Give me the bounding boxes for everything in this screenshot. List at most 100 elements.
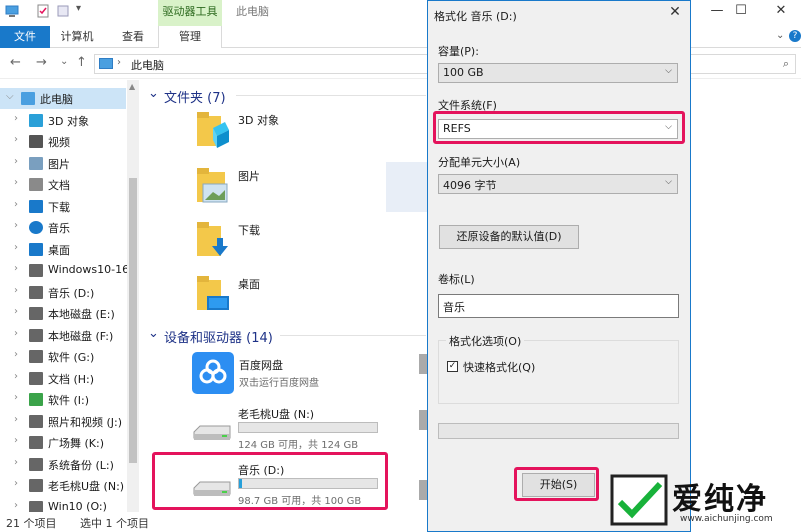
chevron-right-icon[interactable]: › xyxy=(14,263,18,274)
capacity-select[interactable]: 100 GB ⌵ xyxy=(438,63,678,83)
sidebar-item[interactable]: › 软件 (I:) xyxy=(0,389,126,410)
sidebar-item[interactable]: › 本地磁盘 (F:) xyxy=(0,325,126,346)
sidebar-item[interactable]: ⌵ 此电脑 xyxy=(0,88,126,109)
sidebar-item[interactable]: › 文档 (H:) xyxy=(0,368,126,389)
recent-locations-button[interactable]: ⌄ xyxy=(60,56,68,67)
sidebar-item[interactable]: › 老毛桃U盘 (N:) xyxy=(0,475,126,496)
help-icon[interactable]: ? xyxy=(789,30,801,42)
aichunjing-logo xyxy=(610,474,668,526)
sidebar-item-label: 3D 对象 xyxy=(48,114,89,128)
folder-name: 3D 对象 xyxy=(238,114,279,127)
file-system-label: 文件系统(F) xyxy=(438,99,497,112)
scroll-up-icon[interactable]: ▲ xyxy=(129,82,135,91)
sidebar-item[interactable]: › 音乐 xyxy=(0,217,126,238)
chevron-right-icon[interactable]: › xyxy=(14,134,18,145)
quick-access-dropdown-icon[interactable]: ▾ xyxy=(76,3,81,14)
file-system-select[interactable]: REFS ⌵ xyxy=(438,119,678,139)
baidu-netdisk-icon[interactable] xyxy=(192,352,234,394)
forward-button[interactable]: → xyxy=(36,55,47,70)
file-system-value: REFS xyxy=(443,122,471,135)
expand-ribbon-icon[interactable]: ⌄ xyxy=(776,30,784,41)
back-button[interactable]: ← xyxy=(10,55,21,70)
cube-icon xyxy=(29,113,43,127)
drive-tile-d[interactable]: 音乐 (D:) 98.7 GB 可用，共 100 GB xyxy=(190,458,425,508)
volume-label-input[interactable]: 音乐 xyxy=(438,294,679,318)
sidebar-item[interactable]: › 音乐 (D:) xyxy=(0,282,126,303)
restore-defaults-button[interactable]: 还原设备的默认值(D) xyxy=(439,225,579,249)
sidebar-item-label: 视频 xyxy=(48,136,70,149)
sidebar-item[interactable]: › 软件 (G:) xyxy=(0,346,126,367)
folders-group-header[interactable]: 文件夹 (7) xyxy=(164,87,226,106)
chevron-right-icon[interactable]: › xyxy=(14,285,18,296)
drive-tile-partial[interactable] xyxy=(419,354,427,374)
allocation-unit-select[interactable]: 4096 字节 ⌵ xyxy=(438,174,678,194)
chevron-right-icon[interactable]: › xyxy=(14,328,18,339)
chevron-right-icon[interactable]: › xyxy=(14,435,18,446)
chevron-right-icon[interactable]: › xyxy=(14,199,18,210)
search-icon: ⌕ xyxy=(782,57,789,70)
folder-name: 下载 xyxy=(238,224,260,237)
chevron-right-icon[interactable]: › xyxy=(14,242,18,253)
chevron-down-icon: ⌵ xyxy=(665,122,672,132)
chevron-right-icon[interactable]: › xyxy=(14,392,18,403)
chevron-right-icon[interactable]: › xyxy=(14,371,18,382)
chevron-right-icon[interactable]: › xyxy=(14,349,18,360)
sidebar-item[interactable]: › 照片和视频 (J:) xyxy=(0,411,126,432)
search-input[interactable]: ⌕ xyxy=(690,54,796,74)
tab-file[interactable]: 文件 xyxy=(0,26,50,48)
drive-tile-n[interactable]: 老毛桃U盘 (N:) 124 GB 可用，共 124 GB xyxy=(190,402,425,452)
chevron-right-icon[interactable]: › xyxy=(14,156,18,167)
sidebar-item[interactable]: › 文档 xyxy=(0,174,126,195)
folder-downloads[interactable]: 下载 xyxy=(195,218,395,264)
chevron-right-icon[interactable]: › xyxy=(14,177,18,188)
devices-group-header[interactable]: 设备和驱动器 (14) xyxy=(164,327,273,346)
new-folder-icon[interactable] xyxy=(56,4,70,18)
breadcrumb-this-pc[interactable]: 此电脑 xyxy=(131,57,164,73)
folder-desktop[interactable]: 桌面 xyxy=(195,272,395,318)
chevron-right-icon[interactable]: › xyxy=(14,113,18,124)
properties-icon[interactable] xyxy=(36,4,50,18)
sidebar-item-label: 广场舞 (K:) xyxy=(48,437,104,450)
chevron-right-icon[interactable]: › xyxy=(14,478,18,489)
format-options-legend: 格式化选项(O) xyxy=(446,333,525,349)
sidebar-item[interactable]: › 本地磁盘 (E:) xyxy=(0,303,126,324)
folder-3d-objects[interactable]: 3D 对象 xyxy=(195,108,395,154)
breadcrumb-separator[interactable]: › xyxy=(117,57,121,68)
chevron-right-icon[interactable]: › xyxy=(14,457,18,468)
sidebar-scroll-thumb[interactable] xyxy=(129,178,137,463)
devices-group-chevron-icon[interactable]: ⌄ xyxy=(148,326,159,341)
picture-icon xyxy=(29,156,43,170)
format-progress-bar xyxy=(438,423,679,439)
tab-computer[interactable]: 计算机 xyxy=(52,26,102,48)
chevron-right-icon[interactable]: › xyxy=(14,414,18,425)
up-button[interactable]: ↑ xyxy=(76,55,87,70)
dialog-close-button[interactable]: ✕ xyxy=(666,4,684,20)
close-button[interactable]: ✕ xyxy=(764,0,798,24)
computer-icon[interactable] xyxy=(5,4,19,18)
tab-view[interactable]: 查看 xyxy=(110,26,156,48)
cloud-drive-name[interactable]: 百度网盘 xyxy=(239,357,283,373)
drive-icon xyxy=(29,328,43,342)
folder-pictures[interactable]: 图片 xyxy=(195,164,395,210)
folders-group-chevron-icon[interactable]: ⌄ xyxy=(148,86,159,101)
chevron-right-icon[interactable]: › xyxy=(14,220,18,231)
sidebar-item[interactable]: › Windows10-16 xyxy=(0,260,129,281)
maximize-button[interactable]: ☐ xyxy=(724,0,758,24)
quick-format-checkbox[interactable]: ✓ xyxy=(447,361,458,372)
sidebar-item[interactable]: › 图片 xyxy=(0,153,126,174)
sidebar-item[interactable]: › 下载 xyxy=(0,196,126,217)
sidebar-item[interactable]: › 3D 对象 xyxy=(0,110,126,131)
sidebar-item[interactable]: › 视频 xyxy=(0,131,126,152)
sidebar-item[interactable]: › 广场舞 (K:) xyxy=(0,432,126,453)
start-button[interactable]: 开始(S) xyxy=(522,473,595,497)
quick-format-label[interactable]: 快速格式化(Q) xyxy=(463,359,535,375)
chevron-down-icon[interactable]: ⌵ xyxy=(6,91,14,102)
sidebar-item-label: Win10 (O:) xyxy=(48,499,107,513)
address-bar[interactable]: › 此电脑 xyxy=(94,54,429,74)
tab-manage[interactable]: 管理 xyxy=(158,26,222,48)
chevron-right-icon[interactable]: › xyxy=(14,306,18,317)
sidebar-item[interactable]: › 桌面 xyxy=(0,239,126,260)
format-dialog: 格式化 音乐 (D:) ✕ 容量(P): 100 GB ⌵ 文件系统(F) RE… xyxy=(427,0,691,532)
chevron-right-icon[interactable]: › xyxy=(14,500,18,511)
sidebar-item[interactable]: › 系统备份 (L:) xyxy=(0,454,126,475)
